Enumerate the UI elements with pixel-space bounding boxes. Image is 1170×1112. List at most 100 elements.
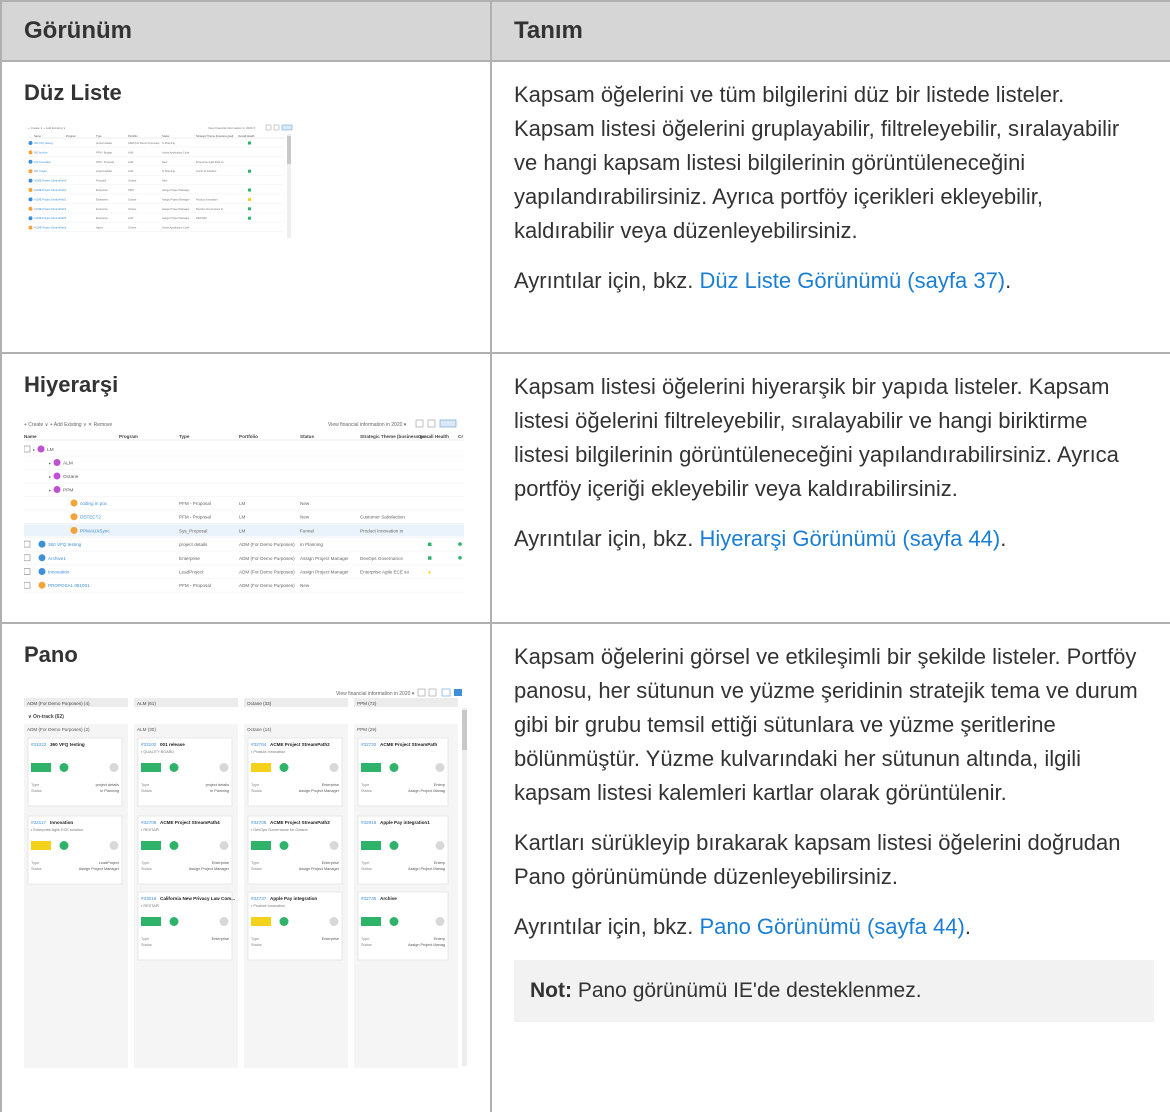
flat-row-icon bbox=[28, 141, 33, 145]
board-card-title: 001 release bbox=[160, 742, 185, 747]
board-card-id: #32705 bbox=[251, 820, 267, 825]
board-card-avatar bbox=[435, 917, 445, 926]
hier-row-cell: LeadProject bbox=[179, 570, 204, 575]
flat-header-cell: Portfolio bbox=[128, 134, 138, 138]
board-card-id: #33102 bbox=[141, 742, 157, 747]
table-header-row: Görünüm Tanım bbox=[0, 0, 1170, 62]
header-description: Tanım bbox=[490, 0, 1170, 62]
board-card-type: Enterprise bbox=[322, 783, 339, 787]
board-card-bar bbox=[251, 841, 271, 850]
board-card-avatar bbox=[109, 763, 119, 772]
hier-health-marker bbox=[428, 556, 432, 560]
hier-group-icon bbox=[53, 472, 61, 480]
flat-row-cell: Enterprise bbox=[96, 197, 108, 201]
flat-row-cell: Enterprise Agile ECE so bbox=[196, 160, 224, 164]
board-card-type: Enterp bbox=[434, 937, 445, 941]
hier-health-dot bbox=[458, 556, 462, 560]
board-card-type: Enterprise bbox=[212, 861, 229, 865]
board-card-status-label: Status bbox=[361, 943, 372, 947]
hier-row-cell: New bbox=[300, 515, 310, 520]
board-card-bar bbox=[141, 763, 161, 772]
view-description: Kapsam öğelerini görsel ve etkileşimli b… bbox=[514, 644, 1138, 805]
view-cell: Hiyerarşi + Create ∨ + Add Existing ∨ ✕ … bbox=[0, 352, 492, 624]
hier-health-marker bbox=[428, 542, 432, 547]
details-link-hierarchy[interactable]: Hiyerarşi Görünümü (sayfa 44) bbox=[699, 526, 1000, 551]
hier-checkbox bbox=[24, 581, 31, 589]
board-column-name: ADM (For Demo Purposes) (4) bbox=[27, 701, 90, 706]
board-card-avatar bbox=[219, 763, 229, 772]
hier-row-cell: Funnel bbox=[300, 528, 314, 533]
flat-row-cell: Assign Project Manager bbox=[162, 207, 190, 211]
flat-row-cell: In Planning bbox=[162, 141, 176, 145]
flat-row-icon bbox=[28, 159, 33, 164]
flat-health-marker bbox=[248, 207, 251, 211]
hierarchy-preview: + Create ∨ + Add Existing ∨ ✕ Remove Vie… bbox=[24, 419, 464, 593]
flat-row-cell: ALM bbox=[128, 150, 133, 154]
board-card-status-icon bbox=[389, 763, 399, 772]
flat-row-cell: Active Application Code bbox=[162, 150, 190, 154]
board-card-bar bbox=[361, 841, 381, 850]
board-card-status-icon bbox=[279, 763, 289, 772]
hier-group-icon bbox=[53, 459, 61, 466]
board-card-status: Assign Project Manager bbox=[299, 789, 340, 793]
details-suffix: . bbox=[964, 914, 971, 939]
flat-row-name: 001 Create bbox=[34, 169, 47, 173]
hier-row-cell: PFM - Proposal bbox=[179, 515, 211, 520]
hier-row-cell: LM bbox=[239, 528, 246, 533]
flat-row-cell: In Planning bbox=[162, 169, 176, 173]
flat-row-cell: Enterprise bbox=[96, 216, 108, 220]
flat-toolbar-right: View financial information in 2020 ▾ bbox=[208, 126, 255, 130]
flat-row-cell: PFM - Proposal bbox=[96, 160, 114, 164]
hier-toolbar-left: + Create ∨ + Add Existing ∨ ✕ Remove bbox=[24, 422, 112, 428]
flat-row-cell: Enterprise bbox=[96, 207, 108, 211]
flat-row-cell: New bbox=[162, 179, 167, 183]
flat-row-icon bbox=[28, 206, 33, 211]
board-card-avatar bbox=[109, 841, 119, 850]
board-subcolumn-name: ADM (For Demo Purposes) (2) bbox=[27, 727, 90, 732]
board-card-type: Enterp bbox=[434, 783, 445, 787]
details-link-flat-list[interactable]: Düz Liste Görünümü (sayfa 37) bbox=[699, 268, 1005, 293]
flat-row-cell: RESTAPI bbox=[196, 216, 207, 220]
board-card-status-label: Status bbox=[141, 943, 152, 947]
board-card-status-icon bbox=[389, 841, 399, 850]
board-card-type: Enterp bbox=[434, 861, 445, 865]
hier-group-icon bbox=[53, 486, 61, 493]
board-card-type-label: Type bbox=[251, 861, 259, 865]
board-card-type-label: Type bbox=[141, 937, 149, 941]
flat-toolbar-left: + Create ∨ + Add Existing ∨ bbox=[28, 126, 66, 130]
board-card-status: Assign Project Manager bbox=[189, 867, 230, 871]
hier-group-icon bbox=[37, 445, 45, 453]
flat-row-name: 360 VFQ testing bbox=[34, 141, 53, 145]
board-card-status: Assign Project Manag bbox=[408, 789, 445, 793]
board-card-bar bbox=[31, 763, 51, 772]
board-card-type: LeadProject bbox=[99, 861, 120, 865]
hier-row-cell: New bbox=[300, 501, 310, 506]
board-preview: View financial information in 2020 ▾ ADM… bbox=[24, 688, 467, 1068]
board-card-type: Enterprise bbox=[322, 937, 339, 941]
hier-expand-arrow: ▸ bbox=[49, 474, 51, 479]
board-card-bar bbox=[141, 917, 161, 926]
hier-header-cell: Type bbox=[179, 434, 190, 439]
board-card-title: Archive bbox=[380, 896, 397, 901]
hier-header-cell: Program bbox=[119, 434, 138, 439]
hier-header-cell: Portfolio bbox=[239, 434, 258, 439]
hier-row-cell: Enterprise Agile ECE so bbox=[360, 570, 409, 575]
board-card-status-icon bbox=[169, 917, 179, 926]
board-card-status-icon bbox=[59, 841, 69, 850]
hier-row-cell: Product Innovation in bbox=[360, 528, 404, 533]
board-card-id: #32916 bbox=[361, 820, 377, 825]
board-card-tag: ▪ DevOps Governance for Octane bbox=[251, 828, 308, 832]
table-row: Pano View financial information in 2020 … bbox=[0, 622, 1170, 1112]
board-card-avatar bbox=[435, 763, 445, 772]
board-card-status-icon bbox=[169, 763, 179, 772]
details-link-board[interactable]: Pano Görünümü (sayfa 44) bbox=[699, 914, 964, 939]
board-card-status-icon bbox=[279, 841, 289, 850]
note-label: Not: bbox=[530, 979, 572, 1002]
details-line: Ayrıntılar için, bkz. Düz Liste Görünümü… bbox=[514, 264, 1148, 298]
board-thumbnail: View financial information in 2020 ▾ ADM… bbox=[24, 686, 468, 1078]
board-card-avatar bbox=[329, 763, 339, 772]
board-card-id: #32704 bbox=[251, 742, 267, 747]
hier-row-cell: ADM (For Demo Purposes) bbox=[239, 583, 295, 588]
hier-row-icon bbox=[38, 540, 46, 548]
flat-row-cell: Octane bbox=[128, 179, 137, 183]
